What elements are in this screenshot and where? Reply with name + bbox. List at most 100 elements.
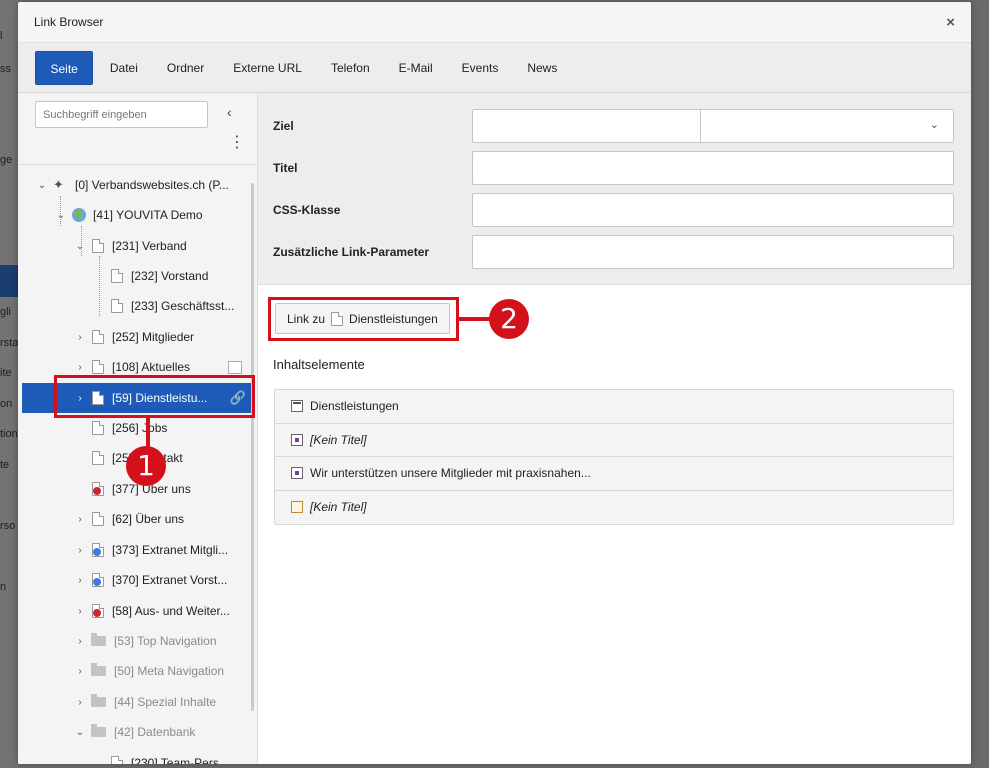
annotation-box-2 (268, 297, 459, 341)
tree-scrollbar[interactable] (251, 183, 254, 711)
globe-icon (72, 208, 86, 222)
tree-node-label: [44] Spezial Inhalte (114, 695, 217, 709)
chevron-down-icon[interactable]: ⌄ (930, 118, 939, 131)
background-text: on (0, 398, 13, 410)
close-icon[interactable]: × (946, 14, 955, 31)
content-element-label: [Kein Titel] (310, 432, 367, 447)
link-params-label: Zusätzliche Link-Parameter (273, 245, 430, 259)
chevron-right-icon[interactable]: › (74, 666, 86, 677)
tree-node[interactable]: › [62] Über uns (18, 504, 250, 534)
tree-node[interactable]: [233] Geschäftsst... (18, 291, 250, 321)
chevron-down-icon[interactable]: ⌄ (74, 241, 86, 252)
title-label: Titel (273, 161, 298, 175)
background-text: tion (0, 428, 18, 440)
target-field[interactable]: ⌄ (472, 109, 954, 143)
tree-node[interactable]: ⌄ [42] Datenbank (18, 717, 250, 747)
page-hidden-icon (92, 482, 104, 496)
chevron-down-icon[interactable]: ⌄ (74, 727, 86, 738)
modal-body: ‹ ⋮ ⌄ ✦ [0] Verbandswebsites.ch (P... ⌄ … (18, 93, 971, 764)
chevron-right-icon[interactable]: › (74, 362, 86, 373)
tree-node-label: [256] Jobs (112, 421, 168, 435)
tree-node[interactable]: ⌄ [231] Verband (18, 231, 250, 261)
tree-node-label: [53] Top Navigation (114, 634, 217, 648)
annotation-marker-2: 2 (489, 299, 529, 339)
tab-news[interactable]: News (513, 51, 572, 85)
tab-externe-url[interactable]: Externe URL (219, 51, 317, 85)
tree-node[interactable]: › [58] Aus- und Weiter... (18, 596, 250, 626)
tree-node[interactable]: › [252] Mitglieder (18, 322, 250, 352)
tab-email[interactable]: E-Mail (384, 51, 447, 85)
annotation-box-1 (54, 375, 255, 418)
chevron-right-icon[interactable]: › (74, 575, 86, 586)
tree-node[interactable]: › [370] Extranet Vorst... (18, 565, 250, 595)
page-icon (92, 451, 104, 465)
tree-node[interactable]: [230] Team-Pers... (18, 748, 250, 764)
content-element-label: Wir unterstützen unsere Mitglieder mit p… (310, 466, 591, 481)
chevron-right-icon[interactable]: › (74, 697, 86, 708)
tree-menu-icon[interactable]: ⋮ (229, 135, 245, 151)
page-tree-pane: ‹ ⋮ ⌄ ✦ [0] Verbandswebsites.ch (P... ⌄ … (18, 93, 258, 764)
chevron-right-icon[interactable]: › (74, 636, 86, 647)
tab-events[interactable]: Events (447, 51, 513, 85)
folder-icon (91, 694, 106, 707)
tree-node-label: [233] Geschäftsst... (131, 299, 235, 313)
tree-node[interactable]: ⌄ [41] YOUVITA Demo (18, 200, 250, 230)
tree-node-label: [62] Über uns (112, 512, 185, 526)
table-content-icon (291, 501, 303, 514)
page-icon (111, 756, 123, 764)
background-text: rso (0, 520, 16, 532)
chevron-right-icon[interactable]: › (74, 606, 86, 617)
content-elements-title: Inhaltselemente (273, 357, 365, 372)
tab-datei[interactable]: Datei (95, 51, 152, 85)
tree-node-label: [58] Aus- und Weiter... (112, 604, 230, 618)
typo3-logo-icon: ✦ (53, 177, 64, 192)
annotation-line-2 (459, 317, 491, 321)
content-element[interactable]: [Kein Titel] (275, 491, 953, 525)
content-element[interactable]: [Kein Titel] (275, 424, 953, 457)
tree-node[interactable]: › [50] Meta Navigation (18, 656, 250, 686)
page-icon (111, 299, 123, 313)
modal-header: Link Browser × (18, 2, 971, 43)
background-text: ge (0, 154, 13, 166)
link-params-field[interactable] (472, 235, 954, 269)
page-icon (92, 360, 104, 374)
page-icon (92, 512, 104, 526)
tree-node[interactable]: › [373] Extranet Mitgli... (18, 535, 250, 565)
folder-icon (91, 633, 106, 646)
folder-icon (91, 663, 106, 676)
chevron-right-icon[interactable]: › (74, 545, 86, 556)
background-app: l ss ge gli rsta ite on tion te rso n (0, 0, 18, 768)
folder-icon (91, 724, 106, 737)
tree-node-label: [370] Extranet Vorst... (112, 573, 228, 587)
title-field[interactable] (472, 151, 954, 185)
content-element[interactable]: Dienstleistungen (275, 390, 953, 424)
chevron-right-icon[interactable]: › (74, 514, 86, 525)
content-elements-list: Dienstleistungen [Kein Titel] Wir unters… (274, 389, 954, 525)
modal-title: Link Browser (34, 15, 104, 29)
tree-node[interactable]: [232] Vorstand (18, 261, 250, 291)
tree-node-label: [41] YOUVITA Demo (93, 208, 203, 222)
tab-bar: Seite Datei Ordner Externe URL Telefon E… (18, 43, 971, 93)
tree-node[interactable]: ⌄ ✦ [0] Verbandswebsites.ch (P... (18, 170, 250, 200)
chevron-right-icon[interactable]: › (74, 332, 86, 343)
tree-node-label: [373] Extranet Mitgli... (112, 543, 229, 557)
content-element-label: [Kein Titel] (310, 500, 367, 515)
tab-telefon[interactable]: Telefon (316, 51, 384, 85)
chevron-down-icon[interactable]: ⌄ (55, 210, 67, 221)
target-divider (700, 110, 701, 142)
content-element[interactable]: Wir unterstützen unsere Mitglieder mit p… (275, 457, 953, 491)
plugin-content-icon (291, 467, 303, 480)
tree-node-label: [230] Team-Pers... (131, 756, 229, 764)
tab-seite[interactable]: Seite (35, 50, 94, 85)
background-text: te (0, 459, 10, 471)
tree-node[interactable]: › [44] Spezial Inhalte (18, 687, 250, 717)
collapse-tree-icon[interactable]: ‹ (227, 104, 232, 120)
css-class-field[interactable] (472, 193, 954, 227)
header-content-icon (291, 400, 303, 413)
chevron-down-icon[interactable]: ⌄ (36, 180, 48, 191)
tab-ordner[interactable]: Ordner (152, 51, 218, 85)
tree-search-input[interactable] (35, 101, 208, 128)
tree-node[interactable]: › [53] Top Navigation (18, 626, 250, 656)
page-icon (92, 330, 104, 344)
background-text: rsta (0, 337, 18, 349)
